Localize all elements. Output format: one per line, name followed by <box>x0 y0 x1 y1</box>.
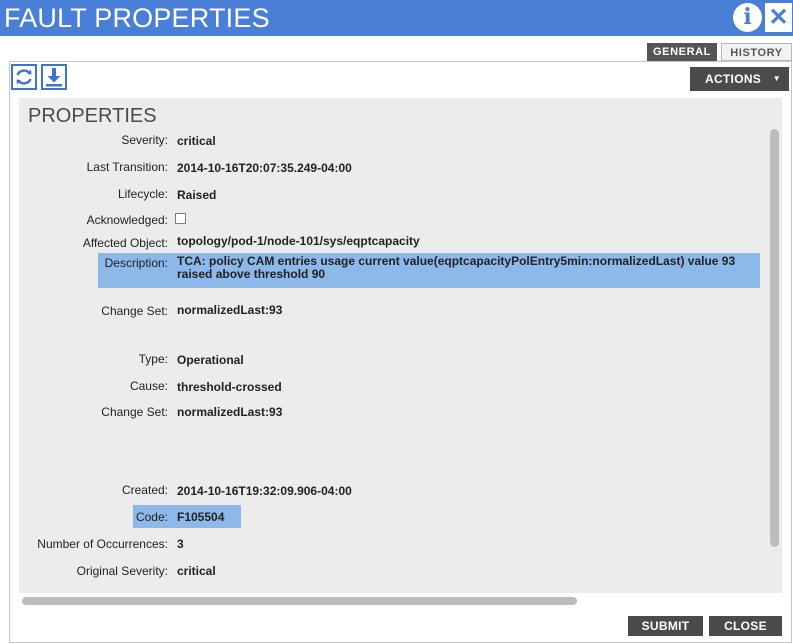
change-set-2-value: normalizedLast:93 <box>177 405 283 419</box>
created-label: Created: <box>121 483 168 497</box>
info-icon[interactable]: i <box>733 3 762 32</box>
severity-value: critical <box>177 134 216 148</box>
cause-value: threshold-crossed <box>177 380 282 394</box>
change-set-2-label: Change Set: <box>101 405 168 419</box>
type-label: Type: <box>138 352 168 366</box>
refresh-button[interactable] <box>11 64 37 90</box>
caret-down-icon: ▼ <box>772 74 781 83</box>
panel-title: PROPERTIES <box>28 105 157 127</box>
actions-dropdown[interactable]: ACTIONS ▼ <box>690 67 789 91</box>
submit-button[interactable]: SUBMIT <box>628 616 703 636</box>
close-button[interactable]: CLOSE <box>709 616 782 636</box>
affected-object-label: Affected Object: <box>82 236 168 250</box>
last-transition-label: Last Transition: <box>86 160 168 174</box>
acknowledged-label: Acknowledged: <box>86 213 168 227</box>
code-value: F105504 <box>177 510 225 524</box>
close-icon[interactable]: ✕ <box>765 3 792 32</box>
download-button[interactable] <box>41 64 67 90</box>
severity-label: Severity: <box>121 133 168 147</box>
original-severity-label: Original Severity: <box>76 564 168 578</box>
created-value: 2014-10-16T19:32:09.906-04:00 <box>177 484 352 498</box>
original-severity-value: critical <box>177 564 216 578</box>
occurrences-value: 3 <box>177 537 184 551</box>
vertical-scrollbar[interactable] <box>770 129 779 547</box>
affected-object-value: topology/pod-1/node-101/sys/eqptcapacity <box>177 234 420 248</box>
change-set-label: Change Set: <box>101 304 168 318</box>
title-bar: FAULT PROPERTIES i ✕ <box>0 0 793 36</box>
lifecycle-label: Lifecycle: <box>117 187 168 201</box>
lifecycle-value: Raised <box>177 188 217 202</box>
actions-label: ACTIONS <box>705 72 762 86</box>
horizontal-scrollbar[interactable] <box>22 597 577 605</box>
tab-general[interactable]: GENERAL <box>647 43 717 61</box>
last-transition-value: 2014-10-16T20:07:35.249-04:00 <box>177 161 352 175</box>
download-icon <box>46 68 62 87</box>
tab-history[interactable]: HISTORY <box>721 43 792 61</box>
refresh-icon <box>16 69 32 85</box>
type-value: Operational <box>177 353 244 367</box>
description-label: Description: <box>104 256 168 270</box>
code-label: Code: <box>135 510 168 524</box>
window-title: FAULT PROPERTIES <box>4 3 270 33</box>
acknowledged-checkbox[interactable] <box>175 213 186 224</box>
cause-label: Cause: <box>129 379 168 393</box>
description-value: TCA: policy CAM entries usage current va… <box>177 254 736 281</box>
change-set-value: normalizedLast:93 <box>177 303 283 317</box>
occurrences-label: Number of Occurrences: <box>37 537 168 551</box>
